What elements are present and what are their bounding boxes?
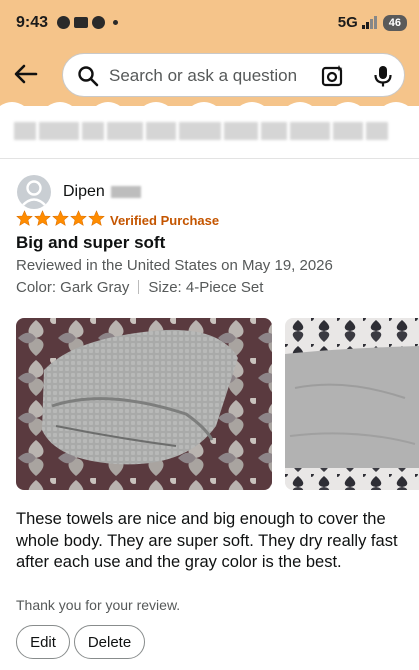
star-icon bbox=[70, 210, 87, 226]
search-bar[interactable]: Search or ask a question bbox=[62, 53, 405, 97]
review-photo-1[interactable] bbox=[16, 318, 272, 490]
mic-icon[interactable] bbox=[372, 64, 394, 88]
star-rating bbox=[16, 210, 105, 227]
verified-purchase-badge: Verified Purchase bbox=[110, 213, 220, 228]
blurred-surname bbox=[110, 185, 141, 198]
status-bar: 9:43 5G 46 bbox=[0, 0, 419, 48]
status-right: 5G 46 bbox=[338, 14, 407, 31]
review-photo-2[interactable] bbox=[285, 318, 419, 490]
messenger-icon bbox=[57, 16, 70, 29]
review-title: Big and super soft bbox=[16, 233, 166, 252]
product-title-strip bbox=[0, 106, 419, 159]
star-icon bbox=[88, 210, 105, 226]
review-variant: Color: Gark Gray Size: 4-Piece Set bbox=[16, 279, 263, 296]
star-icon bbox=[16, 210, 33, 226]
network-label: 5G bbox=[337, 14, 358, 31]
status-time: 9:43 bbox=[16, 14, 49, 31]
star-icon bbox=[52, 210, 69, 226]
signal-icon bbox=[361, 16, 377, 29]
star-icon bbox=[34, 210, 51, 226]
avatar-icon bbox=[21, 180, 47, 207]
battery-icon: 46 bbox=[382, 14, 407, 31]
review-body: These towels are nice and big enough to … bbox=[16, 510, 398, 571]
review-card: Dipen Verified Purchase Big and super so… bbox=[0, 159, 419, 670]
search-input[interactable]: Search or ask a question bbox=[109, 66, 297, 86]
avatar bbox=[17, 175, 51, 209]
more-notifications-icon bbox=[113, 20, 118, 25]
back-arrow-icon[interactable] bbox=[12, 60, 40, 88]
edit-button[interactable]: Edit bbox=[16, 625, 70, 659]
mail-icon bbox=[74, 17, 88, 28]
camera-icon[interactable] bbox=[321, 64, 345, 88]
review-date: Reviewed in the United States on May 19,… bbox=[16, 257, 333, 274]
variant-size: Size: 4-Piece Set bbox=[148, 279, 264, 296]
reviewer-name-text: Dipen bbox=[63, 183, 105, 200]
search-icon bbox=[78, 66, 99, 87]
thank-you-note: Thank you for your review. bbox=[16, 597, 181, 613]
variant-divider bbox=[138, 280, 140, 294]
blurred-product-title bbox=[14, 122, 388, 140]
variant-color: Color: Gark Gray bbox=[16, 279, 130, 296]
reviewer-name: Dipen bbox=[63, 183, 141, 201]
notification-icons bbox=[57, 16, 118, 29]
delete-button[interactable]: Delete bbox=[74, 625, 145, 659]
snapchat-icon bbox=[92, 16, 105, 29]
